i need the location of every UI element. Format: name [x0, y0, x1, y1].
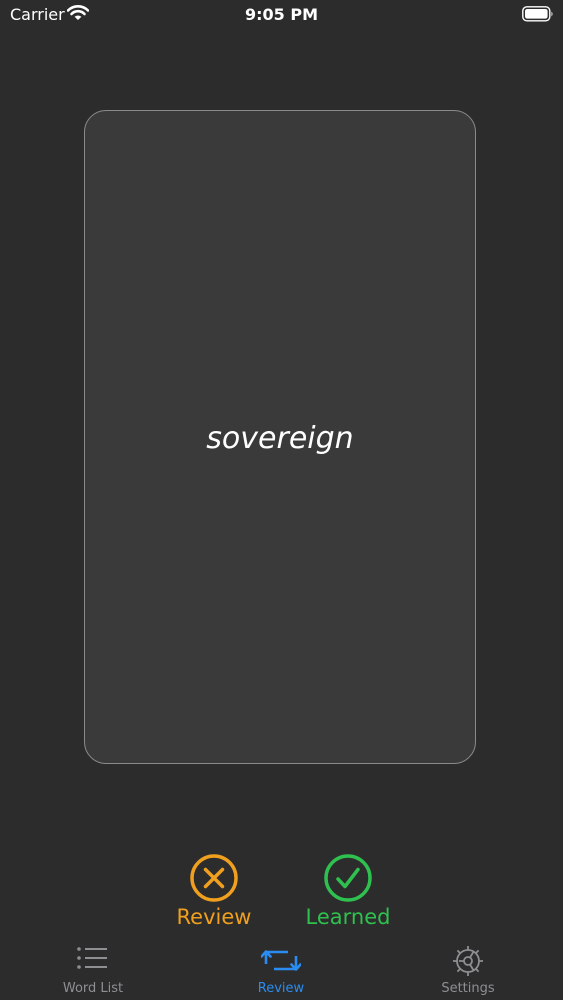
review-button-label: Review [176, 905, 252, 929]
status-time: 9:05 PM [244, 5, 318, 24]
battery-icon [522, 6, 554, 26]
tab-bar: Word List Review Settings [0, 940, 563, 1000]
gear-icon [453, 946, 483, 976]
review-arrows-icon [261, 950, 301, 971]
list-icon [77, 947, 107, 969]
tab-review-label: Review [257, 981, 305, 996]
tab-review[interactable]: Review [211, 940, 351, 1000]
learned-button-label: Learned [305, 905, 391, 929]
flashcard-word: sovereign [206, 421, 354, 456]
x-circle-icon [190, 854, 238, 902]
tab-word-list-label: Word List [62, 981, 124, 996]
flashcard[interactable]: sovereign [84, 110, 476, 764]
checkmark-circle-icon [324, 854, 372, 902]
tab-word-list[interactable]: Word List [23, 940, 163, 1000]
tab-settings[interactable]: Settings [398, 940, 538, 1000]
tab-settings-label: Settings [441, 981, 495, 996]
review-button[interactable]: Review [159, 853, 269, 929]
status-bar: Carrier 9:05 PM [0, 0, 563, 30]
learned-button[interactable]: Learned [293, 853, 403, 929]
